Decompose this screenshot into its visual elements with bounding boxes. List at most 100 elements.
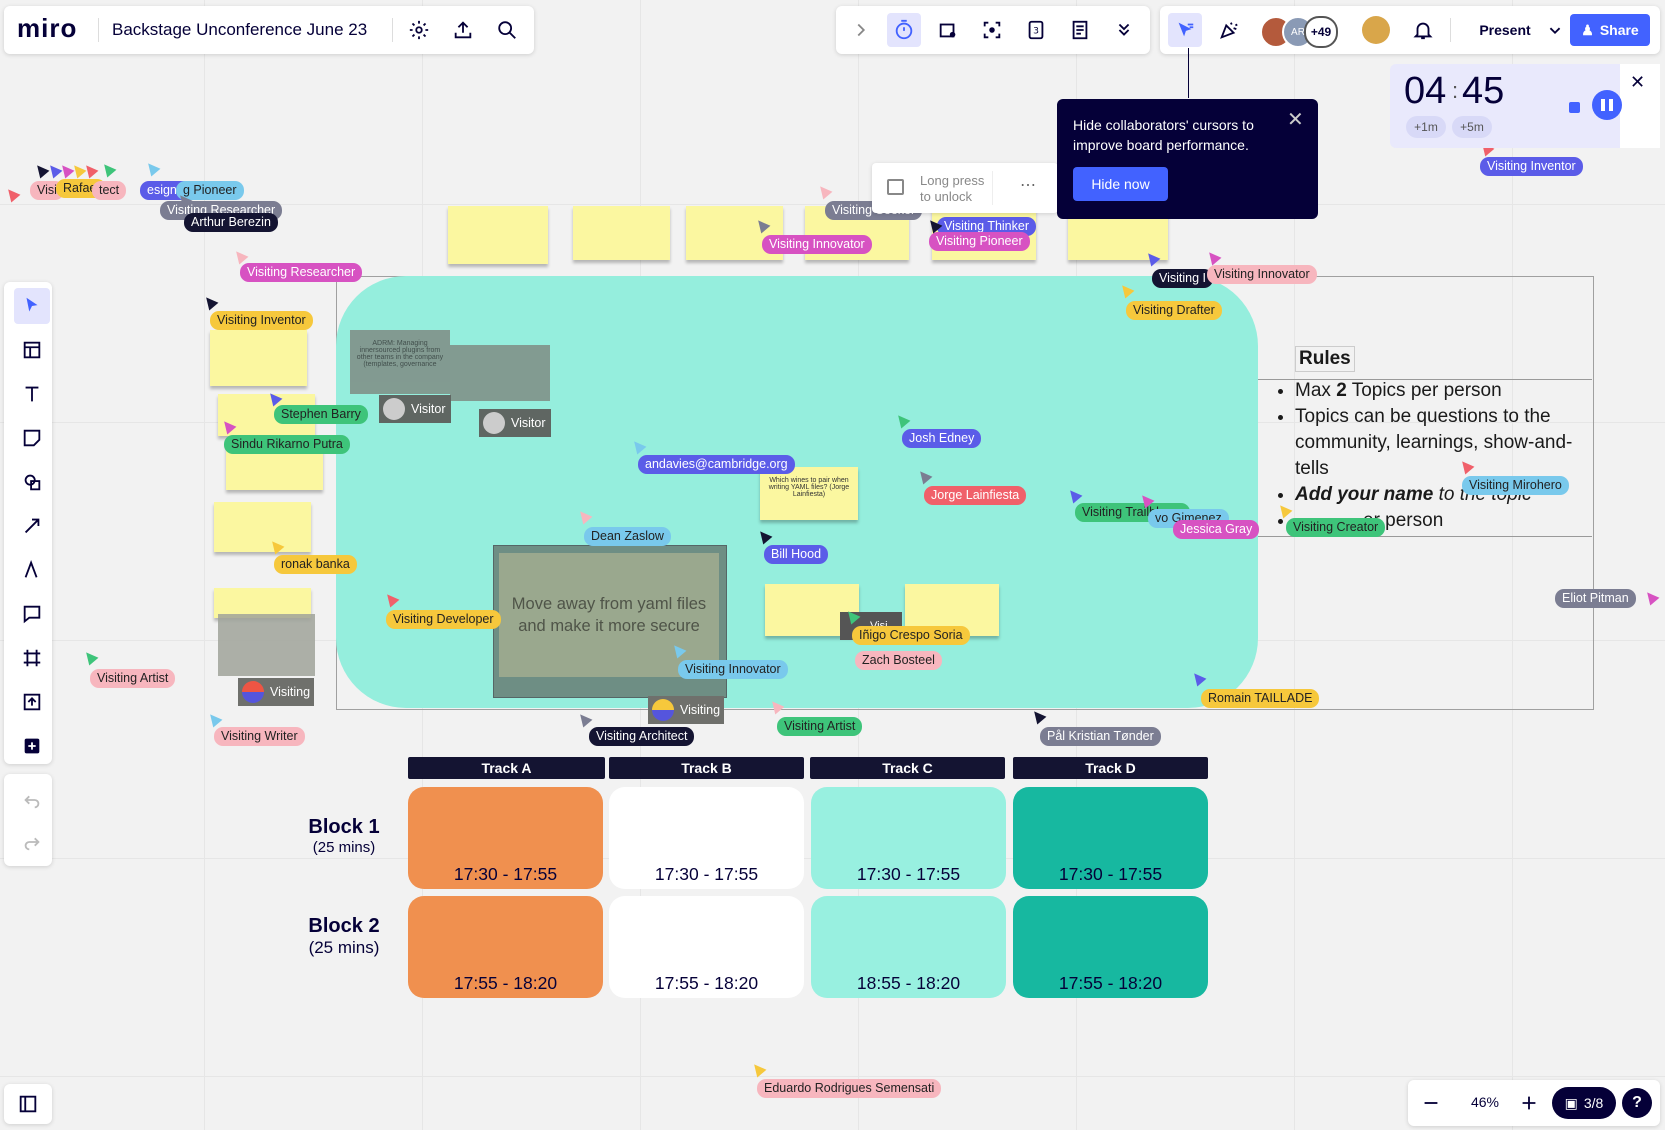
frame-tool[interactable] (14, 640, 50, 676)
add-1m-button[interactable]: +1m (1406, 116, 1446, 138)
settings-button[interactable] (402, 13, 436, 47)
present-options-button[interactable] (1542, 13, 1568, 47)
sticky-note[interactable] (214, 502, 311, 552)
schedule-slot[interactable]: 17:30 - 17:55 (811, 787, 1006, 889)
text-tool[interactable] (14, 376, 50, 412)
avatar (242, 681, 264, 703)
collaborator-cursor-label: Visiting Innovator (1207, 265, 1317, 284)
yaml-card[interactable]: Move away from yaml files and make it mo… (499, 553, 719, 677)
share-button[interactable]: ♟ Share (1570, 14, 1650, 46)
collaborator-cursor-label: Pål Kristian Tønder (1040, 727, 1161, 746)
collaborators-count[interactable]: +49 (1304, 16, 1338, 48)
adr-card[interactable]: ADRM: Managing innersourced plugins from… (350, 330, 450, 394)
search-icon (498, 21, 516, 39)
more-tools-button[interactable] (1107, 13, 1141, 47)
focus-button[interactable] (975, 13, 1009, 47)
collaborator-cursor-label: andavies@cambridge.org (638, 455, 795, 474)
collaborator-cursor-label: Visiting Researcher (240, 263, 363, 282)
close-icon[interactable]: ✕ (1287, 107, 1304, 132)
schedule-slot[interactable]: 18:55 - 18:20 (811, 896, 1006, 998)
sticky-note-wines[interactable]: Which wines to pair when writing YAML fi… (760, 467, 858, 520)
rules-panel: Rules Max 2 Topics per person Topics can… (1259, 346, 1599, 534)
pen-tool[interactable] (14, 552, 50, 588)
zoom-out-button[interactable] (1414, 1086, 1448, 1120)
pause-icon (1601, 99, 1613, 111)
board-list-button[interactable] (10, 1086, 46, 1122)
undo-button[interactable] (14, 782, 50, 818)
expand-button[interactable] (844, 13, 878, 47)
timer-button[interactable] (887, 13, 921, 47)
focus-icon (983, 21, 1001, 39)
export-button[interactable] (446, 13, 480, 47)
collaborator-cursor-label: Bill Hood (764, 545, 829, 564)
svg-text:3: 3 (1033, 26, 1039, 37)
upload-tool[interactable] (14, 684, 50, 720)
schedule-slot[interactable]: 17:30 - 17:55 (408, 787, 603, 889)
notes-icon (1072, 20, 1088, 40)
notifications-button[interactable] (1406, 13, 1440, 47)
templates-tool[interactable] (14, 332, 50, 368)
celebrate-button[interactable] (1212, 13, 1246, 47)
counter-button[interactable]: 3 (1019, 13, 1053, 47)
board-header: miro Backstage Unconference June 23 (4, 6, 534, 54)
image-card[interactable] (450, 345, 550, 401)
pages-button[interactable]: ▣ 3/8 (1552, 1087, 1616, 1119)
undo-icon (24, 795, 40, 809)
pause-button[interactable] (1592, 90, 1622, 120)
shapes-icon (24, 474, 41, 491)
connector-tool[interactable] (14, 508, 50, 544)
timer-minutes: 04 (1404, 70, 1447, 112)
voting-button[interactable] (931, 13, 965, 47)
comment-tool[interactable] (14, 596, 50, 632)
lock-icon (887, 179, 904, 195)
lock-hint: Long press to unlock ⋯ (872, 163, 1058, 213)
sticky-tool[interactable] (14, 420, 50, 456)
rules-title: Rules (1295, 346, 1355, 372)
collaborator-cursor-label: Iñigo Crespo Soria (852, 626, 970, 645)
board-list-icon (19, 1095, 37, 1113)
stop-button[interactable] (1560, 93, 1588, 121)
board-title[interactable]: Backstage Unconference June 23 (112, 20, 367, 40)
collaborator-cursor-label: Romain TAILLADE (1201, 689, 1320, 708)
close-timer-button[interactable]: ✕ (1630, 72, 1645, 93)
upload-icon (23, 693, 41, 711)
add-5m-button[interactable]: +5m (1452, 116, 1492, 138)
sticky-note[interactable] (448, 206, 548, 264)
collaborator-cursor-label: Visiting I (1152, 269, 1214, 288)
plus-icon (24, 738, 40, 754)
visitor-badge: Visitor (379, 395, 451, 423)
schedule-slot[interactable]: 17:55 - 18:20 (609, 896, 804, 998)
gift-icon: ▣ (1564, 1094, 1578, 1111)
zoom-level[interactable]: 46% (1460, 1094, 1510, 1110)
more-icon[interactable] (992, 171, 993, 205)
collaborator-cursor-label: Zach Bosteel (855, 651, 942, 670)
notes-button[interactable] (1063, 13, 1097, 47)
zoom-in-button[interactable] (1512, 1086, 1546, 1120)
collaborator-cursor-label: Visiting Drafter (1126, 301, 1222, 320)
schedule-slot[interactable]: 17:30 - 17:55 (1013, 787, 1208, 889)
collaborator-cursor-label: ronak banka (274, 555, 357, 574)
sticky-note[interactable] (210, 330, 307, 386)
my-avatar[interactable] (1362, 16, 1390, 44)
divider (392, 18, 393, 42)
shapes-tool[interactable] (14, 464, 50, 500)
schedule-slot[interactable]: 17:55 - 18:20 (408, 896, 603, 998)
select-tool[interactable] (14, 288, 50, 324)
sticky-note[interactable] (573, 206, 670, 260)
redo-button[interactable] (14, 824, 50, 860)
cursor-filter-button[interactable] (1168, 13, 1202, 47)
hide-now-button[interactable]: Hide now (1073, 167, 1168, 201)
frame-icon (23, 649, 41, 667)
more-options-button[interactable]: ⋯ (1020, 175, 1036, 195)
search-button[interactable] (490, 13, 524, 47)
block-label: Block 1 (25 mins) (308, 816, 380, 856)
more-apps-tool[interactable] (14, 728, 50, 764)
schedule-slot[interactable]: 17:30 - 17:55 (609, 787, 804, 889)
help-button[interactable]: ? (1622, 1088, 1652, 1118)
upload-icon (454, 21, 472, 39)
schedule-slot[interactable]: 17:55 - 18:20 (1013, 896, 1208, 998)
present-button[interactable]: Present (1460, 14, 1550, 46)
collab-toolbar: 3 (836, 6, 1150, 54)
miro-logo[interactable]: miro (17, 13, 77, 44)
image-card[interactable] (218, 614, 315, 676)
